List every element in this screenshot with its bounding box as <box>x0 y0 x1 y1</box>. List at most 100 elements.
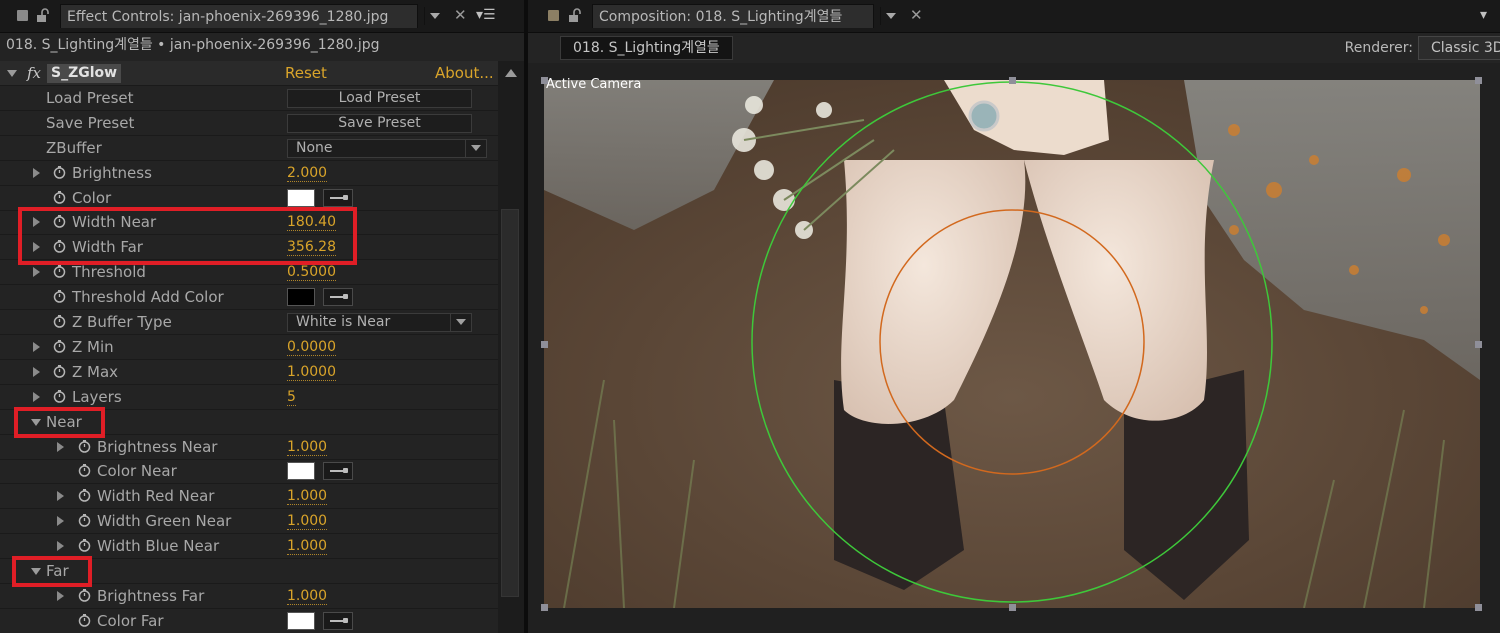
value-text[interactable]: 1.000 <box>287 588 328 605</box>
layers-value[interactable]: 5 <box>287 385 296 409</box>
expand-triangle-icon[interactable] <box>33 367 40 377</box>
expand-triangle-icon[interactable] <box>33 342 40 352</box>
width-blue-near-value[interactable]: 1.000 <box>287 534 328 558</box>
stopwatch-icon[interactable] <box>53 265 66 278</box>
value-text[interactable]: 1.000 <box>287 488 328 505</box>
eyedropper-icon[interactable] <box>323 189 353 207</box>
composition-subbar: 018. S_Lighting계열들 Renderer: Classic 3D <box>528 33 1500 63</box>
expand-triangle-icon[interactable] <box>33 392 40 402</box>
layer-handle[interactable] <box>541 77 548 84</box>
brightness-near-value[interactable]: 1.000 <box>287 435 328 459</box>
z-buffer-type-dropdown[interactable]: White is Near <box>287 313 472 332</box>
property-label: Z Buffer Type <box>72 313 172 331</box>
about-link[interactable]: About... <box>435 61 494 85</box>
effect-controls-panel: Effect Controls: jan-phoenix-269396_1280… <box>0 0 524 633</box>
stopwatch-icon[interactable] <box>78 489 91 502</box>
brightness-far-value[interactable]: 1.000 <box>287 584 328 608</box>
stopwatch-icon[interactable] <box>53 290 66 303</box>
renderer-dropdown[interactable]: Classic 3D <box>1418 36 1500 60</box>
dropdown-icon[interactable] <box>880 7 901 25</box>
layer-handle[interactable] <box>1009 77 1016 84</box>
panel-menu-icon[interactable]: ▾☰ <box>476 6 496 24</box>
expand-triangle-icon[interactable] <box>57 516 64 526</box>
chevron-down-icon[interactable] <box>450 314 471 331</box>
fx-icon[interactable]: fx <box>27 64 41 82</box>
chevron-down-icon[interactable] <box>465 140 486 157</box>
stopwatch-icon[interactable] <box>78 539 91 552</box>
reset-link[interactable]: Reset <box>285 61 327 85</box>
property-label: Brightness Far <box>97 587 205 605</box>
color-far-swatch[interactable] <box>287 612 315 630</box>
scrollbar-thumb[interactable] <box>501 209 519 597</box>
tab-effect-controls[interactable]: Effect Controls: jan-phoenix-269396_1280… <box>60 4 418 28</box>
eyedropper-icon[interactable] <box>323 612 353 630</box>
stopwatch-icon[interactable] <box>78 614 91 627</box>
expand-triangle-icon[interactable] <box>57 541 64 551</box>
value-text[interactable]: 1.000 <box>287 513 328 530</box>
collapse-triangle-icon[interactable] <box>7 70 17 77</box>
effect-name[interactable]: S_ZGlow <box>47 64 122 83</box>
close-icon[interactable]: ✕ <box>910 6 923 24</box>
layer-handle[interactable] <box>541 341 548 348</box>
stopwatch-icon[interactable] <box>53 340 66 353</box>
value-text[interactable]: 2.000 <box>287 165 328 182</box>
stopwatch-icon[interactable] <box>78 514 91 527</box>
property-label: Threshold Add Color <box>72 288 224 306</box>
value-text[interactable]: 1.0000 <box>287 364 336 381</box>
dropdown-icon[interactable] <box>424 7 445 25</box>
vertical-scrollbar[interactable] <box>498 61 524 633</box>
property-row-z-min: Z Min 0.0000 <box>0 335 498 360</box>
load-preset-button[interactable]: Load Preset <box>287 89 472 108</box>
z-min-value[interactable]: 0.0000 <box>287 335 336 359</box>
stopwatch-icon[interactable] <box>53 365 66 378</box>
dropdown-value: None <box>296 140 333 156</box>
lock-icon[interactable] <box>568 8 582 23</box>
effect-properties-list: fx S_ZGlow Reset About... Load Preset Load Pr… <box>0 61 498 633</box>
lock-icon[interactable] <box>36 8 50 23</box>
stopwatch-icon[interactable] <box>53 191 66 204</box>
stopwatch-icon[interactable] <box>78 589 91 602</box>
expand-triangle-icon[interactable] <box>33 168 40 178</box>
composition-viewer[interactable] <box>544 80 1480 608</box>
layer-handle[interactable] <box>1009 604 1016 611</box>
scroll-up-icon[interactable] <box>505 69 517 77</box>
brightness-value[interactable]: 2.000 <box>287 161 328 185</box>
stopwatch-icon[interactable] <box>53 390 66 403</box>
value-text[interactable]: 0.0000 <box>287 339 336 356</box>
close-icon[interactable]: ✕ <box>454 6 467 24</box>
property-label: Brightness Near <box>97 438 218 456</box>
width-red-near-value[interactable]: 1.000 <box>287 484 328 508</box>
eyedropper-icon[interactable] <box>323 462 353 480</box>
color-swatch[interactable] <box>287 189 315 207</box>
expand-triangle-icon[interactable] <box>57 591 64 601</box>
composition-panel: Composition: 018. S_Lighting계열들 ✕ ▾ 018.… <box>528 0 1500 633</box>
eyedropper-icon[interactable] <box>323 288 353 306</box>
layer-handle[interactable] <box>1475 77 1482 84</box>
zbuffer-dropdown[interactable]: None <box>287 139 487 158</box>
threshold-add-color-swatch[interactable] <box>287 288 315 306</box>
panel-menu-icon[interactable]: ▾ <box>1480 6 1487 24</box>
tab-composition[interactable]: Composition: 018. S_Lighting계열들 <box>592 4 874 28</box>
layer-handle[interactable] <box>541 604 548 611</box>
color-near-swatch[interactable] <box>287 462 315 480</box>
layer-handle[interactable] <box>1475 604 1482 611</box>
expand-triangle-icon[interactable] <box>57 491 64 501</box>
save-preset-button[interactable]: Save Preset <box>287 114 472 133</box>
expand-triangle-icon[interactable] <box>33 267 40 277</box>
value-text[interactable]: 0.5000 <box>287 264 336 281</box>
property-row-z-buffer-type: Z Buffer Type White is Near <box>0 310 498 335</box>
expand-triangle-icon[interactable] <box>57 442 64 452</box>
comp-navigator-tab[interactable]: 018. S_Lighting계열들 <box>560 36 733 60</box>
value-text[interactable]: 1.000 <box>287 439 328 456</box>
value-text[interactable]: 1.000 <box>287 538 328 555</box>
stopwatch-icon[interactable] <box>53 166 66 179</box>
property-row-brightness: Brightness 2.000 <box>0 161 498 186</box>
z-max-value[interactable]: 1.0000 <box>287 360 336 384</box>
stopwatch-icon[interactable] <box>53 315 66 328</box>
value-text[interactable]: 5 <box>287 389 296 406</box>
layer-handle[interactable] <box>1475 341 1482 348</box>
stopwatch-icon[interactable] <box>78 440 91 453</box>
stopwatch-icon[interactable] <box>78 464 91 477</box>
width-green-near-value[interactable]: 1.000 <box>287 509 328 533</box>
highlight-width-near-far <box>18 207 357 265</box>
